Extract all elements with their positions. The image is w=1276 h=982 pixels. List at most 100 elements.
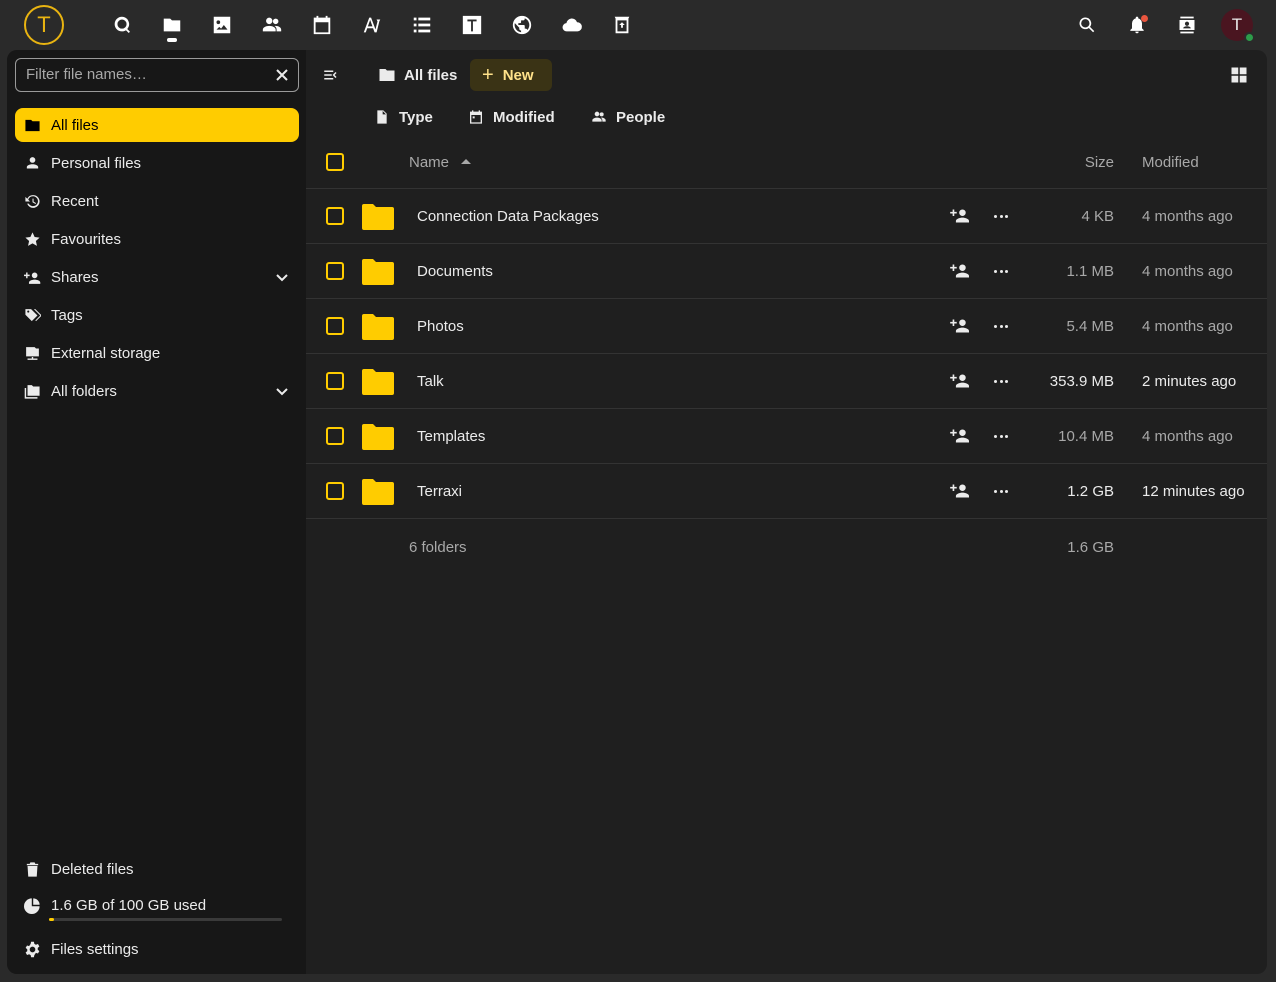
- logo[interactable]: T: [24, 5, 64, 45]
- folder-icon: [361, 313, 395, 341]
- sidebar-item-favourites[interactable]: Favourites: [15, 222, 299, 256]
- file-name[interactable]: Documents: [417, 263, 493, 280]
- table-row[interactable]: Documents 1.1 MB 4 months ago: [306, 244, 1267, 299]
- photos-icon[interactable]: [209, 12, 235, 38]
- new-button[interactable]: + New: [470, 59, 552, 91]
- notes-icon[interactable]: [359, 12, 385, 38]
- sidebar-item-external-storage[interactable]: External storage: [15, 336, 299, 370]
- folder-icon: [361, 368, 395, 396]
- row-checkbox[interactable]: [326, 262, 344, 280]
- plus-icon: +: [482, 64, 494, 86]
- file-name[interactable]: Photos: [417, 318, 464, 335]
- file-modified: 4 months ago: [1142, 208, 1233, 225]
- gear-icon: [23, 940, 41, 958]
- dashboard-icon[interactable]: [109, 12, 135, 38]
- sidebar-item-files-settings[interactable]: Files settings: [15, 932, 299, 966]
- people-filter-button[interactable]: People: [591, 105, 665, 129]
- quota-progress-bar: [49, 918, 282, 921]
- table-row[interactable]: Talk 353.9 MB 2 minutes ago: [306, 354, 1267, 409]
- more-actions-icon[interactable]: [991, 372, 1011, 390]
- more-actions-icon[interactable]: [991, 207, 1011, 225]
- modified-column-header[interactable]: Modified: [1142, 154, 1199, 171]
- folder-icon: [361, 478, 395, 506]
- share-icon[interactable]: [950, 262, 970, 280]
- modified-filter-button[interactable]: Modified: [468, 105, 555, 129]
- row-checkbox[interactable]: [326, 482, 344, 500]
- sidebar-item-all-files[interactable]: All files: [15, 108, 299, 142]
- file-size: 1.1 MB: [1066, 263, 1114, 280]
- search-icon[interactable]: [1074, 12, 1100, 38]
- row-checkbox[interactable]: [326, 372, 344, 390]
- table-row[interactable]: Terraxi 1.2 GB 12 minutes ago: [306, 464, 1267, 519]
- contacts-icon[interactable]: [259, 12, 285, 38]
- more-actions-icon[interactable]: [991, 482, 1011, 500]
- name-column-header[interactable]: Name: [409, 154, 449, 171]
- toggle-navigation-icon[interactable]: [322, 66, 342, 84]
- grid-view-icon[interactable]: [1230, 66, 1248, 84]
- top-bar: T T: [0, 0, 1276, 50]
- sidebar-item-tags[interactable]: Tags: [15, 298, 299, 332]
- file-modified: 12 minutes ago: [1142, 483, 1245, 500]
- sidebar-item-all-folders[interactable]: All folders: [15, 374, 299, 408]
- cloud-icon[interactable]: [559, 12, 585, 38]
- share-icon[interactable]: [950, 482, 970, 500]
- row-checkbox[interactable]: [326, 427, 344, 445]
- sidebar-item-label: All files: [51, 116, 99, 134]
- close-icon[interactable]: [274, 67, 290, 83]
- table-row[interactable]: Templates 10.4 MB 4 months ago: [306, 409, 1267, 464]
- tasks-icon[interactable]: [409, 12, 435, 38]
- recycle-icon[interactable]: [609, 12, 635, 38]
- share-icon[interactable]: [950, 372, 970, 390]
- row-checkbox[interactable]: [326, 207, 344, 225]
- pie-chart-icon: [23, 896, 41, 914]
- file-name[interactable]: Terraxi: [417, 483, 462, 500]
- chevron-down-icon[interactable]: [275, 384, 289, 398]
- sidebar-item-personal-files[interactable]: Personal files: [15, 146, 299, 180]
- sidebar-item-label: Personal files: [51, 154, 142, 172]
- file-name[interactable]: Connection Data Packages: [417, 208, 599, 225]
- breadcrumb-label: All files: [404, 66, 458, 84]
- type-filter-button[interactable]: Type: [374, 105, 433, 129]
- select-all-checkbox[interactable]: [326, 153, 344, 171]
- more-actions-icon[interactable]: [991, 427, 1011, 445]
- text-icon[interactable]: [459, 12, 485, 38]
- share-icon[interactable]: [950, 427, 970, 445]
- filter-input[interactable]: [16, 59, 266, 90]
- sidebar-item-label: Deleted files: [51, 860, 134, 878]
- sidebar-item-deleted-files[interactable]: Deleted files: [15, 852, 299, 886]
- table-row[interactable]: Photos 5.4 MB 4 months ago: [306, 299, 1267, 354]
- more-actions-icon[interactable]: [991, 317, 1011, 335]
- folders-icon: [23, 382, 41, 400]
- sidebar-item-recent[interactable]: Recent: [15, 184, 299, 218]
- storage-quota: 1.6 GB of 100 GB used: [15, 890, 299, 920]
- sidebar-item-shares[interactable]: Shares: [15, 260, 299, 294]
- files-icon[interactable]: [159, 12, 185, 38]
- avatar[interactable]: T: [1221, 9, 1255, 43]
- sidebar-item-label: Recent: [51, 192, 99, 210]
- filter-field[interactable]: [15, 58, 299, 92]
- folder-icon: [361, 423, 395, 451]
- file-name[interactable]: Templates: [417, 428, 485, 445]
- size-column-header[interactable]: Size: [1085, 154, 1114, 171]
- sidebar-item-label: Favourites: [51, 230, 122, 248]
- notifications-icon[interactable]: [1124, 12, 1150, 38]
- file-size: 5.4 MB: [1066, 318, 1114, 335]
- people-icon: [592, 111, 606, 122]
- share-icon: [23, 268, 41, 286]
- share-icon[interactable]: [950, 317, 970, 335]
- globe-icon[interactable]: [509, 12, 535, 38]
- share-icon[interactable]: [950, 207, 970, 225]
- breadcrumb[interactable]: All files: [378, 63, 457, 87]
- chevron-down-icon[interactable]: [275, 270, 289, 284]
- history-icon: [23, 192, 41, 210]
- more-actions-icon[interactable]: [991, 262, 1011, 280]
- folder-icon: [361, 258, 395, 286]
- row-checkbox[interactable]: [326, 317, 344, 335]
- table-row[interactable]: Connection Data Packages 4 KB 4 months ago: [306, 189, 1267, 244]
- file-name[interactable]: Talk: [417, 373, 444, 390]
- contacts-menu-icon[interactable]: [1174, 12, 1200, 38]
- calendar-icon[interactable]: [309, 12, 335, 38]
- file-size: 1.2 GB: [1067, 483, 1114, 500]
- online-status-indicator: [1244, 32, 1255, 43]
- summary-count: 6 folders: [409, 539, 467, 556]
